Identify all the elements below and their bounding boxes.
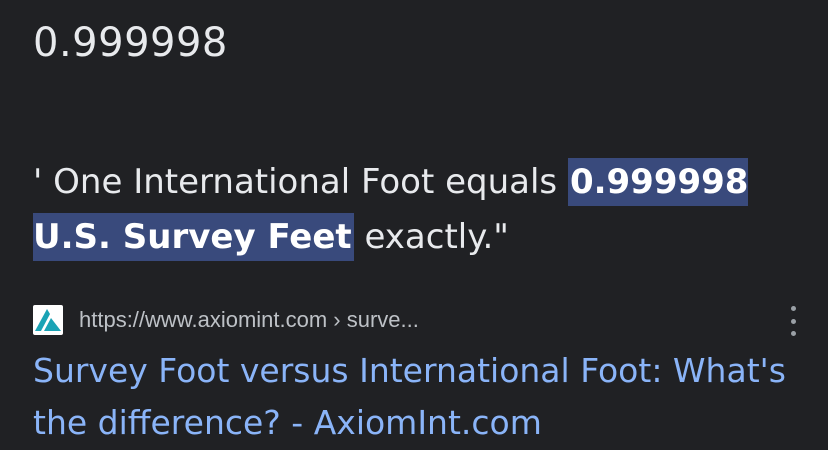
snippet-text-before: ' One International Foot equals — [33, 162, 568, 202]
result-url[interactable]: https://www.axiomint.com › surve... — [79, 307, 419, 333]
featured-snippet-text: ' One International Foot equals 0.999998… — [33, 155, 803, 265]
axiomint-logo-icon — [33, 305, 63, 335]
snippet-text-after: exactly." — [353, 217, 509, 257]
result-title-link[interactable]: Survey Foot versus International Foot: W… — [33, 345, 813, 449]
more-vert-icon[interactable] — [783, 306, 803, 336]
featured-answer: 0.999998 — [33, 20, 228, 66]
source-row[interactable]: https://www.axiomint.com › surve... — [33, 302, 803, 338]
